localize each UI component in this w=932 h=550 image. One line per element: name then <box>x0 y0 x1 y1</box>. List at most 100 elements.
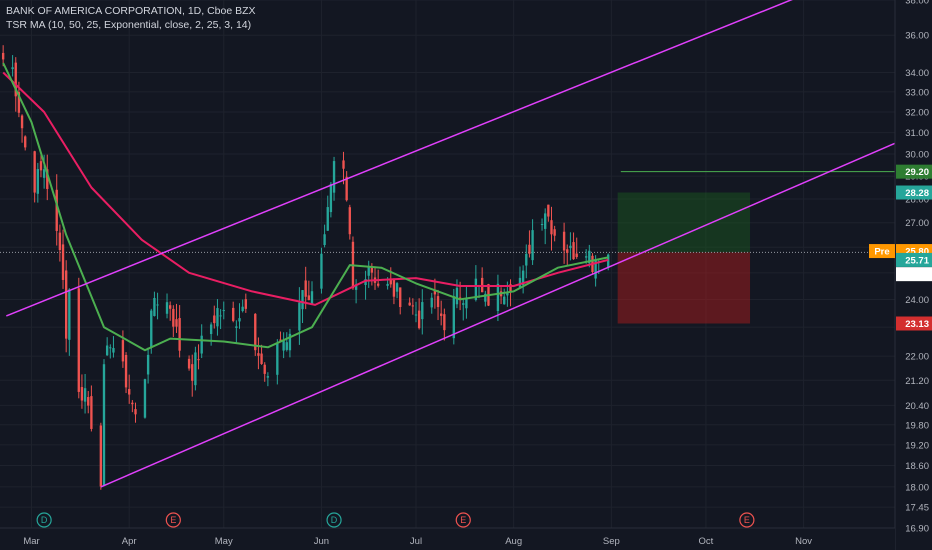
candle-body[interactable] <box>11 67 14 70</box>
candle-body[interactable] <box>528 244 531 254</box>
candle-body[interactable] <box>547 204 550 217</box>
candle-body[interactable] <box>102 364 106 486</box>
candle-body[interactable] <box>1 52 5 60</box>
candle-body[interactable] <box>392 279 396 297</box>
candle-body[interactable] <box>197 359 200 361</box>
candle-body[interactable] <box>64 270 68 339</box>
candle-body[interactable] <box>238 318 241 322</box>
candle-body[interactable] <box>408 302 411 306</box>
candle-body[interactable] <box>462 303 465 305</box>
candle-body[interactable] <box>83 388 87 402</box>
candle-body[interactable] <box>531 230 534 261</box>
candle-body[interactable] <box>304 280 307 297</box>
candle-body[interactable] <box>77 288 80 392</box>
candle-body[interactable] <box>266 376 270 378</box>
candle-body[interactable] <box>298 302 301 331</box>
candle-body[interactable] <box>540 224 544 226</box>
indicator-label[interactable]: TSR MA (10, 50, 25, Exponential, close, … <box>6 18 256 32</box>
candle-body[interactable] <box>61 244 65 280</box>
candle-body[interactable] <box>326 207 329 231</box>
candle-body[interactable] <box>342 160 345 169</box>
candle-body[interactable] <box>417 310 421 329</box>
candle-body[interactable] <box>323 234 326 246</box>
candle-body[interactable] <box>20 115 24 129</box>
candle-body[interactable] <box>584 256 588 258</box>
candle-body[interactable] <box>150 310 153 348</box>
candle-body[interactable] <box>209 324 213 335</box>
candle-body[interactable] <box>24 136 27 148</box>
candle-body[interactable] <box>90 396 93 429</box>
candle-body[interactable] <box>285 342 288 350</box>
candle-body[interactable] <box>244 299 247 309</box>
candle-body[interactable] <box>525 253 528 266</box>
candle-body[interactable] <box>345 176 348 201</box>
candle-body[interactable] <box>496 283 500 312</box>
candle-body[interactable] <box>575 253 578 257</box>
candle-body[interactable] <box>348 207 351 235</box>
candle-body[interactable] <box>128 389 131 395</box>
candle-body[interactable] <box>414 314 418 316</box>
candle-body[interactable] <box>562 231 566 251</box>
chart-area[interactable]: 16.90 17.45 18.00 18.60 19.20 19.80 20.40 21.20… <box>0 0 932 550</box>
candle-body[interactable] <box>134 409 137 415</box>
candle-body[interactable] <box>503 296 506 305</box>
candle-body[interactable] <box>58 232 62 251</box>
candle-body[interactable] <box>191 364 194 381</box>
candle-body[interactable] <box>443 314 446 331</box>
candle-body[interactable] <box>263 364 266 374</box>
candle-body[interactable] <box>452 296 455 339</box>
candle-body[interactable] <box>194 352 197 386</box>
candle-body[interactable] <box>105 345 109 356</box>
candle-body[interactable] <box>124 354 128 388</box>
candle-body[interactable] <box>569 245 572 249</box>
candle-body[interactable] <box>455 287 459 305</box>
candle-body[interactable] <box>80 387 84 401</box>
candle-body[interactable] <box>260 353 263 364</box>
candle-body[interactable] <box>36 169 39 194</box>
candle-body[interactable] <box>332 161 336 193</box>
candle-body[interactable] <box>168 305 172 309</box>
candle-body[interactable] <box>87 397 90 406</box>
candle-body[interactable] <box>165 302 169 314</box>
candle-body[interactable] <box>421 302 424 320</box>
candle-body[interactable] <box>121 340 125 362</box>
candle-body[interactable] <box>440 313 443 316</box>
candle-body[interactable] <box>232 307 235 321</box>
candle-body[interactable] <box>395 283 399 292</box>
candle-body[interactable] <box>213 315 216 324</box>
candle-body[interactable] <box>99 425 103 487</box>
candle-body[interactable] <box>329 183 333 213</box>
candle-body[interactable] <box>411 305 415 307</box>
channel-lower-line[interactable] <box>100 142 896 488</box>
candle-body[interactable] <box>320 253 323 289</box>
candle-body[interactable] <box>386 283 389 286</box>
candle-body[interactable] <box>430 297 433 308</box>
candle-body[interactable] <box>200 335 203 354</box>
candle-body[interactable] <box>187 358 191 369</box>
candle-body[interactable] <box>376 283 380 286</box>
candle-body[interactable] <box>39 161 43 171</box>
candle-body[interactable] <box>367 266 370 276</box>
price-chart[interactable]: 16.90 17.45 18.00 18.60 19.20 19.80 20.40 21.20… <box>0 0 932 550</box>
candle-body[interactable] <box>566 249 569 253</box>
candle-body[interactable] <box>219 315 222 317</box>
candle-body[interactable] <box>146 354 150 375</box>
candle-body[interactable] <box>310 291 314 304</box>
candle-body[interactable] <box>156 304 159 306</box>
candle-body[interactable] <box>257 353 260 356</box>
candle-body[interactable] <box>572 242 575 260</box>
candle-body[interactable] <box>33 151 36 193</box>
candle-body[interactable] <box>307 295 311 301</box>
candle-body[interactable] <box>175 319 178 327</box>
candle-body[interactable] <box>178 318 181 351</box>
candle-body[interactable] <box>436 296 440 308</box>
candle-body[interactable] <box>301 290 304 310</box>
candle-body[interactable] <box>42 169 46 178</box>
candle-body[interactable] <box>553 229 556 236</box>
candle-body[interactable] <box>216 308 219 327</box>
candle-body[interactable] <box>131 402 134 405</box>
candle-body[interactable] <box>172 308 175 327</box>
candle-body[interactable] <box>109 347 112 349</box>
candle-body[interactable] <box>241 306 244 312</box>
candle-body[interactable] <box>55 189 58 231</box>
